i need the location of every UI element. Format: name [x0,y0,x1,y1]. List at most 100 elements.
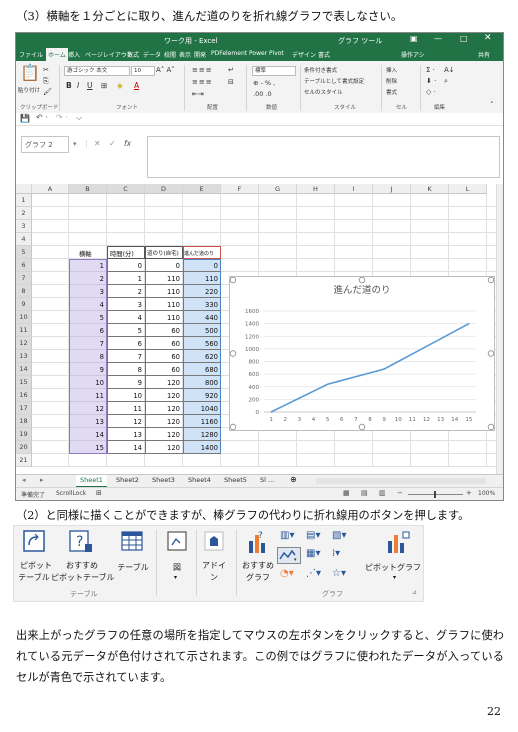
row-header[interactable]: 19 [16,428,32,441]
row-header[interactable]: 17 [16,402,32,415]
sum-icon[interactable]: Σ · [426,66,435,74]
sheet-tab[interactable]: Sl ... [256,475,278,486]
combo-chart-icon[interactable]: ▦▾ [306,548,320,559]
bold-button[interactable]: B [66,81,72,90]
clear-icon[interactable]: ◇ · [426,88,436,96]
pie-chart-icon[interactable]: ◔▾ [280,568,294,579]
maximize-icon[interactable]: □ [460,34,468,43]
ribbon-tab[interactable]: 挿入 [68,50,80,59]
table-label[interactable]: テーブル [113,562,153,573]
percent-icon[interactable]: ⊕ - % , [253,79,275,87]
column-header[interactable]: E [183,184,221,194]
ribbon-tab[interactable]: ホーム [46,48,68,62]
macro-record-icon[interactable]: ⊞ [96,489,102,497]
ribbon-tab[interactable]: 校閲 [164,50,176,59]
font-color-icon[interactable]: A [134,81,139,90]
row-header[interactable]: 18 [16,415,32,428]
row-header[interactable]: 12 [16,337,32,350]
pivot-chart-icon[interactable] [386,531,410,555]
ribbon-tab[interactable]: ページレイアウト [85,50,133,59]
sheet-tab[interactable]: Sheet4 [184,475,215,486]
table-header-cell[interactable]: 横軸 [79,249,92,258]
column-chart-icon[interactable]: ▥▾ [280,530,294,541]
cell-styles-button[interactable]: セルのスタイル [304,88,343,96]
radar-chart-icon[interactable]: ☆▾ [332,568,346,579]
column-header[interactable]: D [145,184,183,194]
zoom-in-icon[interactable]: + [466,489,472,497]
ribbon-tab[interactable]: 書式 [318,50,330,59]
fx-icon[interactable]: fx [124,139,131,148]
ribbon-display-icon[interactable]: ▣ [410,34,418,43]
table-cell[interactable]: 1 [69,262,104,270]
recommended-charts-icon[interactable]: ? [246,529,270,555]
name-box-dropdown-icon[interactable]: ▾ [73,140,77,148]
copy-icon[interactable]: ⎘ [43,77,49,86]
ribbon-tab[interactable]: 開発 [194,50,206,59]
row-header[interactable]: 2 [16,207,32,220]
table-cell[interactable]: 12 [69,405,104,413]
indent-icon[interactable]: ⇤⇥ [192,90,204,98]
column-header[interactable]: A [32,184,69,194]
grow-font-icon[interactable]: A˄ A˅ [156,66,175,74]
column-header[interactable]: J [373,184,411,194]
share-button[interactable]: 共有 [478,50,490,59]
row-header[interactable]: 5 [16,246,32,259]
row-header[interactable]: 21 [16,454,32,467]
number-format-select[interactable]: 標準 [252,66,296,76]
ribbon-tab[interactable]: PDFelement [211,50,247,57]
underline-button[interactable]: U [87,81,93,90]
decimal-icon[interactable]: .00 .0 [253,90,272,98]
sheet-tab[interactable]: Sheet3 [148,475,179,486]
format-painter-icon[interactable]: 🖌 [43,88,52,96]
row-header[interactable]: 7 [16,272,32,285]
formula-input[interactable] [147,136,500,178]
row-header[interactable]: 3 [16,220,32,233]
tab-scroll-right-icon[interactable]: ▸ [40,476,44,484]
ribbon-tab[interactable]: 表示 [179,50,191,59]
addins-label-1[interactable]: アドイ [200,560,228,571]
undo-icon[interactable]: ↶ · [36,113,48,122]
column-header[interactable]: G [259,184,297,194]
insert-cells-button[interactable]: 挿入 [386,66,397,74]
minimize-icon[interactable]: — [434,34,442,43]
close-icon[interactable]: ✕ [484,33,492,43]
merge-icon[interactable]: ⊟ [228,78,234,86]
row-header[interactable]: 9 [16,298,32,311]
tell-me-box[interactable]: 操作アシ [401,50,425,59]
row-header[interactable]: 20 [16,441,32,454]
column-header[interactable]: F [221,184,259,194]
page-break-icon[interactable]: ▥ [379,489,386,497]
other-chart-icon[interactable]: ⋰▾ [306,568,321,579]
redo-icon[interactable]: ↷ · [56,113,68,122]
scatter-chart-icon[interactable]: ⁞▾ [332,548,340,559]
row-header[interactable]: 1 [16,194,32,207]
wrap-text-icon[interactable]: ↵ [228,66,234,74]
row-header[interactable]: 6 [16,259,32,272]
border-icon[interactable]: ⊞ [101,81,107,90]
normal-view-icon[interactable]: ▦ [343,489,350,497]
zoom-out-icon[interactable]: − [397,489,403,497]
row-header[interactable]: 10 [16,311,32,324]
pivot-table-icon[interactable] [23,530,45,552]
illustrations-dropdown-icon[interactable]: ▾ [174,574,177,581]
vertical-scrollbar[interactable] [496,184,503,474]
page-layout-icon[interactable]: ▤ [361,489,368,497]
table-cell[interactable]: 7 [69,340,104,348]
column-header[interactable]: I [335,184,373,194]
column-header[interactable]: L [449,184,487,194]
line-chart[interactable]: 進んだ道のり 0 200 400 600 800 1000 1200 1400 1600 1 2 3 4 5… [229,276,495,431]
table-format-button[interactable]: テーブルとして書式設定 [304,77,364,85]
table-cell[interactable]: 5 [69,314,104,322]
save-icon[interactable]: 💾 [20,114,30,123]
pivot-chart-label[interactable]: ピボットグラフ [362,562,424,573]
rec-pivot-label-1[interactable]: おすすめ [62,560,102,571]
fill-color-icon[interactable]: ◈ [117,81,123,90]
row-header[interactable]: 4 [16,233,32,246]
row-header[interactable]: 14 [16,363,32,376]
cut-icon[interactable]: ✂ [43,66,49,74]
table-header-cell[interactable]: 進んだ道のり [184,250,214,257]
statistic-chart-icon[interactable]: ▧▾ [332,530,346,541]
tab-scroll-left-icon[interactable]: ◂ [22,476,26,484]
row-header[interactable]: 11 [16,324,32,337]
column-header[interactable]: H [297,184,335,194]
